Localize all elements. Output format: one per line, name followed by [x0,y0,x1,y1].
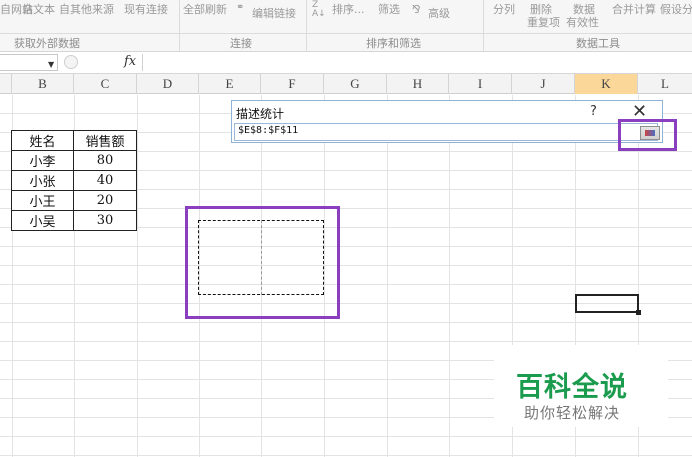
column-header-g[interactable]: G [324,74,387,94]
column-header-j[interactable]: J [512,74,575,94]
insert-function-button[interactable]: fx [124,54,136,69]
gridline [387,95,388,457]
column-header-l[interactable]: L [638,74,692,94]
descriptive-statistics-dialog: 描述统计 ? ✕ $E$8:$F$11 [231,100,663,143]
ribbon-advanced-button[interactable]: 高级 [428,5,450,21]
range-input[interactable]: $E$8:$F$11 [234,123,658,141]
ribbon-existing-connections-button[interactable]: 现有连接 [124,1,168,17]
column-header-c[interactable]: C [74,74,137,94]
table-cell-sales[interactable]: 40 [73,170,137,191]
ribbon-refresh-all-button[interactable]: 全部刷新 [183,1,227,17]
chevron-down-icon[interactable]: ▼ [48,60,54,69]
watermark: 百科全说 助你轻松解决 [494,345,668,427]
gridline [137,95,138,457]
table-cell-name[interactable]: 小王 [11,190,74,211]
cancel-entry-button[interactable] [64,55,78,69]
watermark-subtitle: 助你轻松解决 [524,404,621,422]
ribbon: 自网站 自文本 自其他来源 现有连接 全部刷新 ⚭ 编辑链接 Z A↓ 排序...… [0,0,692,52]
sort-az-icon: Z A↓ [312,0,326,19]
table-cell-name[interactable]: 小吴 [11,210,74,231]
column-header-a-partial[interactable] [0,74,12,94]
ribbon-remove-duplicates-label: 重复项 [527,16,560,29]
gridline [449,95,450,457]
table-cell-sales[interactable]: 20 [73,190,137,211]
highlight-box-button [618,119,677,151]
watermark-title: 百科全说 [516,372,628,403]
column-header-d[interactable]: D [137,74,199,94]
group-separator [483,0,484,52]
group-separator [306,0,307,52]
ribbon-what-if-button[interactable]: 假设分 [660,1,692,17]
table-cell-name[interactable]: 小李 [11,150,74,171]
column-header-k[interactable]: K [575,74,638,94]
advanced-filter-icon: ⅋ [412,3,421,16]
name-box[interactable]: ▼ [0,54,58,71]
group-sort-filter: 排序和筛选 [366,37,421,50]
dialog-title: 描述统计 [236,107,285,121]
group-data-tools: 数据工具 [576,37,620,50]
column-header-f[interactable]: F [261,74,324,94]
group-label-divider [0,33,692,34]
column-headers: B C D E F G H I J K L [0,74,692,94]
help-icon[interactable]: ? [590,104,597,119]
table-header-sales[interactable]: 销售额 [73,130,137,151]
formula-input[interactable] [142,54,692,71]
ribbon-data-validation-label: 有效性 [566,16,599,29]
table-row: 小李 80 [11,150,137,171]
ribbon-filter-button[interactable]: 筛选 [378,1,400,17]
column-header-i[interactable]: I [449,74,512,94]
column-header-e[interactable]: E [199,74,261,94]
ribbon-consolidate-button[interactable]: 合并计算 [612,1,656,17]
ribbon-sort-button[interactable]: 排序... [332,1,365,17]
table-cell-sales[interactable]: 30 [73,210,137,231]
table-cell-name[interactable]: 小张 [11,170,74,191]
ribbon-edit-links-button[interactable]: 编辑链接 [252,5,296,21]
column-header-h[interactable]: H [387,74,449,94]
group-connections: 连接 [230,37,252,50]
table-header-row: 姓名 销售额 [11,130,137,151]
group-get-external-data: 获取外部数据 [14,37,80,50]
ribbon-text-to-columns-button[interactable]: 分列 [493,1,515,17]
table-row: 小王 20 [11,190,137,211]
link-icon: ⚭ [236,2,245,13]
highlight-box-range [185,206,340,319]
ribbon-from-text-button[interactable]: 自文本 [22,1,55,17]
range-input-value: $E$8:$F$11 [238,125,299,136]
table-header-name[interactable]: 姓名 [11,130,74,151]
column-header-b[interactable]: B [12,74,74,94]
active-cell[interactable] [575,294,639,313]
table-cell-sales[interactable]: 80 [73,150,137,171]
table-row: 小吴 30 [11,210,137,231]
group-separator [179,0,180,52]
fill-handle[interactable] [636,310,641,315]
ribbon-from-other-sources-button[interactable]: 自其他来源 [59,1,114,17]
sales-table: 姓名 销售额 小李 80 小张 40 小王 20 小吴 30 [11,130,137,231]
formula-bar: ▼ fx [0,52,692,74]
table-row: 小张 40 [11,170,137,191]
